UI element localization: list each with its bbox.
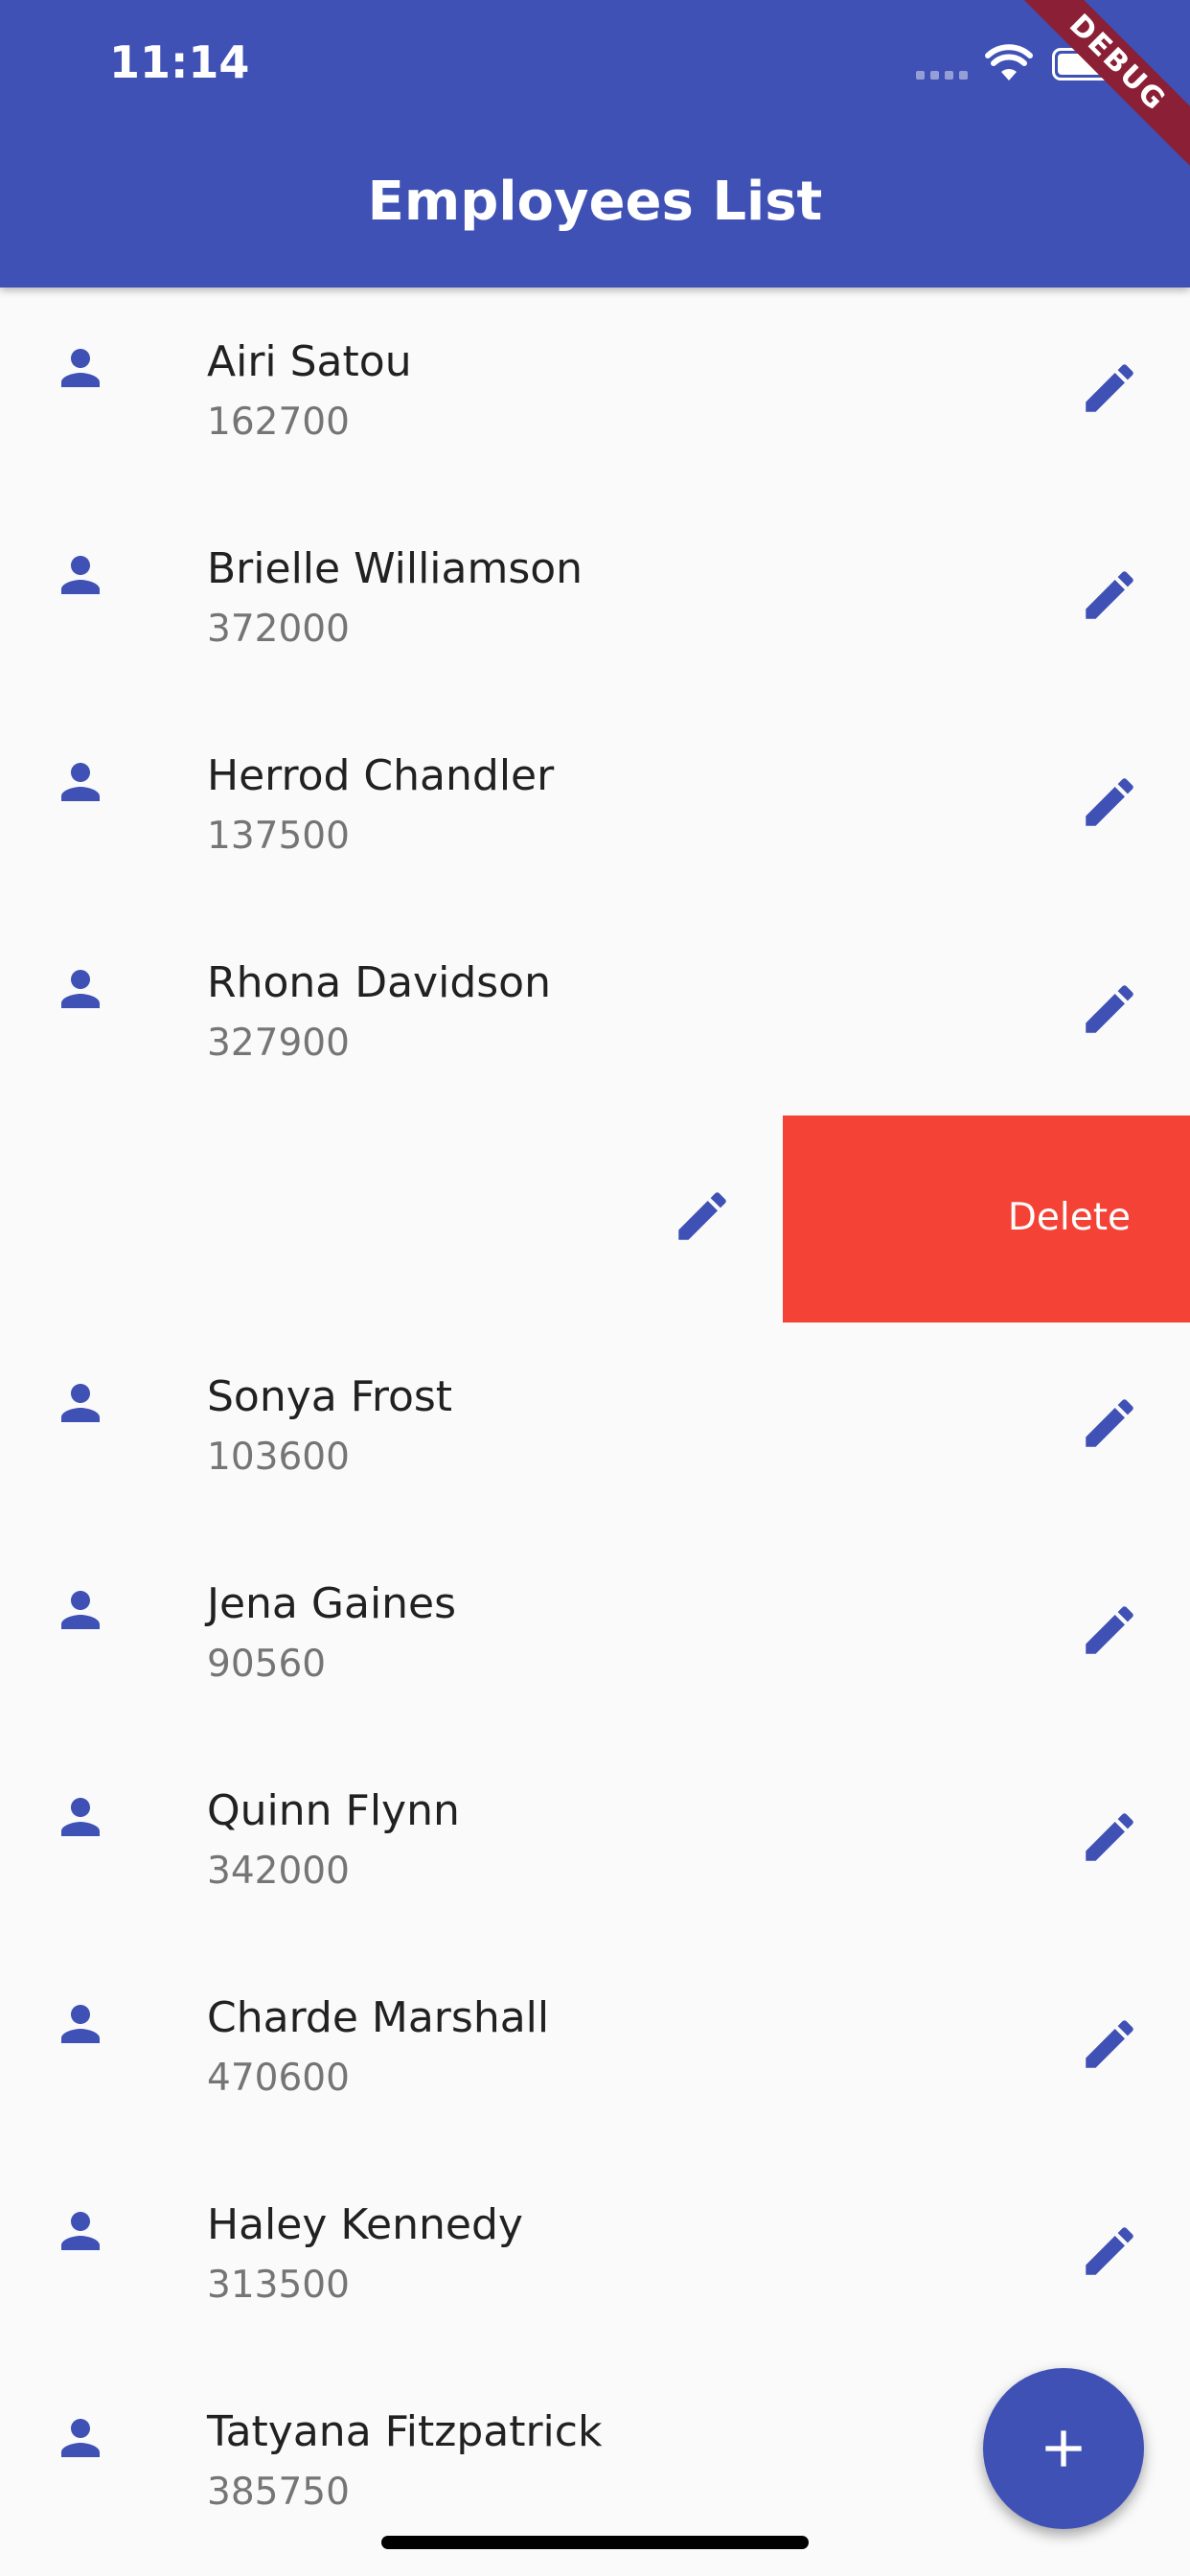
edit-icon[interactable] [1078, 356, 1141, 420]
add-employee-button[interactable] [983, 2368, 1144, 2529]
employee-name: Herrod Chandler [207, 751, 555, 800]
list-item[interactable]: Herrod Chandler 137500 [0, 702, 1190, 908]
list-item[interactable]: Sonya Frost 103600 [0, 1322, 1190, 1530]
employee-salary: 342000 [207, 1850, 350, 1893]
person-icon [61, 1798, 100, 1836]
employee-name: Charde Marshall [207, 1993, 550, 2042]
employee-name: Airi Satou [207, 337, 412, 386]
wifi-icon [985, 44, 1033, 80]
person-icon [61, 2419, 100, 2457]
edit-icon[interactable] [1078, 2012, 1141, 2076]
person-icon [61, 2005, 100, 2043]
swiped-row-content[interactable]: lurst [0, 1116, 784, 1322]
person-icon [61, 1591, 100, 1629]
person-icon [61, 970, 100, 1008]
person-icon [61, 1384, 100, 1422]
home-indicator[interactable] [381, 2536, 809, 2549]
edit-icon[interactable] [1078, 2220, 1141, 2283]
list-item[interactable]: Rhona Davidson 327900 [0, 908, 1190, 1116]
list-item[interactable]: Quinn Flynn 342000 [0, 1736, 1190, 1944]
list-item[interactable]: Airi Satou 162700 [0, 288, 1190, 494]
employee-salary: 90560 [207, 1643, 327, 1686]
cellular-icon [916, 71, 968, 80]
employee-salary: 470600 [207, 2057, 350, 2100]
person-icon [61, 556, 100, 594]
list-item[interactable]: Charde Marshall 470600 [0, 1944, 1190, 2150]
edit-icon[interactable] [1078, 978, 1141, 1041]
delete-label: Delete [1007, 1196, 1131, 1239]
edit-icon[interactable] [1078, 1806, 1141, 1869]
person-icon [61, 349, 100, 387]
employee-salary: 385750 [207, 2471, 350, 2514]
list-item[interactable]: Haley Kennedy 313500 [0, 2150, 1190, 2358]
edit-icon[interactable] [671, 1184, 734, 1248]
employee-name: Rhona Davidson [207, 958, 551, 1007]
employee-salary: 137500 [207, 815, 350, 858]
debug-banner: DEBUG [1007, 0, 1190, 173]
status-time: 11:14 [109, 36, 250, 88]
list-item-swiped[interactable]: Delete lurst [0, 1116, 1190, 1322]
employee-salary: 372000 [207, 608, 350, 651]
list-item[interactable]: Jena Gaines 90560 [0, 1530, 1190, 1736]
employee-name: Jena Gaines [207, 1579, 457, 1628]
edit-icon[interactable] [1078, 564, 1141, 627]
employee-name: Tatyana Fitzpatrick [207, 2407, 603, 2456]
edit-icon[interactable] [1078, 1598, 1141, 1662]
app-bar: 11:14 DEBUG Employees List [0, 0, 1190, 288]
employee-salary: 327900 [207, 1022, 350, 1065]
edit-icon[interactable] [1078, 770, 1141, 834]
list-item[interactable]: Brielle Williamson 372000 [0, 494, 1190, 702]
employee-name: Quinn Flynn [207, 1786, 460, 1835]
employee-name: Brielle Williamson [207, 544, 584, 593]
employee-salary: 103600 [207, 1436, 350, 1479]
page-title: Employees List [367, 171, 823, 233]
employee-salary: 162700 [207, 401, 350, 444]
employee-salary: 313500 [207, 2264, 350, 2307]
delete-action[interactable]: Delete [783, 1116, 1190, 1322]
person-icon [61, 2212, 100, 2250]
add-icon [1045, 2430, 1082, 2467]
person-icon [61, 763, 100, 801]
employee-name: Haley Kennedy [207, 2200, 523, 2249]
employee-name: Sonya Frost [207, 1372, 453, 1421]
edit-icon[interactable] [1078, 1392, 1141, 1455]
